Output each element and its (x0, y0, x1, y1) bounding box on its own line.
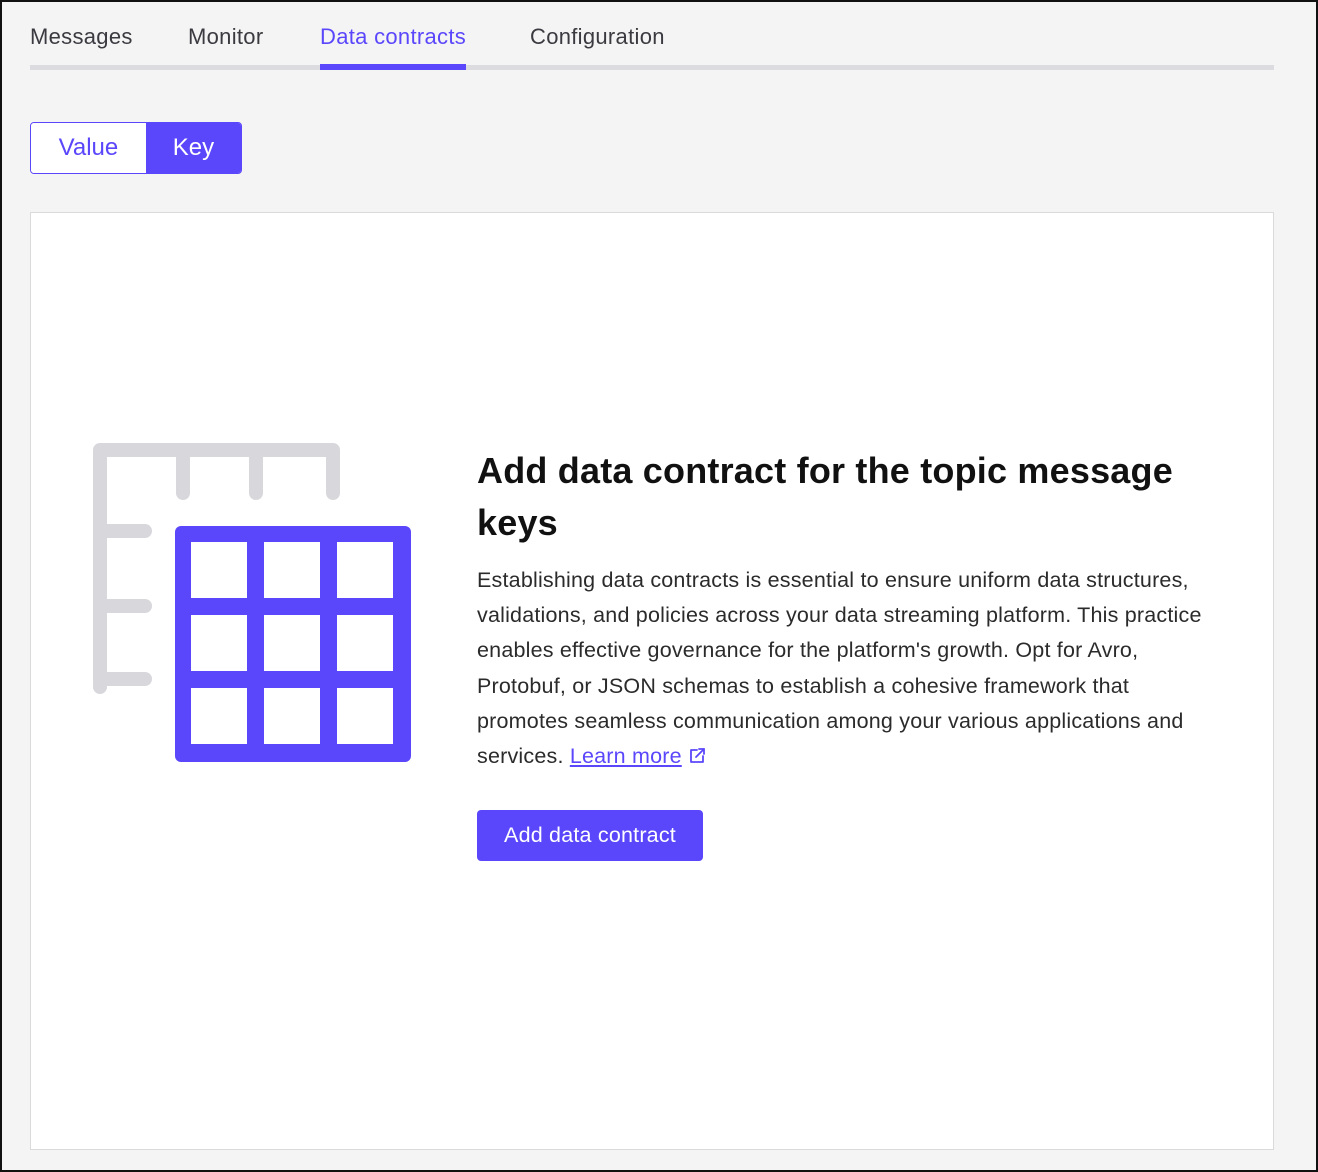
empty-state-content: Add data contract for the topic message … (477, 445, 1217, 862)
toggle-key-button[interactable]: Key (145, 123, 241, 173)
tab-monitor[interactable]: Monitor (188, 24, 263, 72)
description-text: Establishing data contracts is essential… (477, 568, 1202, 769)
table-grid-icon (93, 443, 411, 762)
external-link-icon (689, 748, 705, 763)
tab-bar: Messages Monitor Data contracts Configur… (30, 20, 1274, 72)
empty-state-description: Establishing data contracts is essential… (477, 563, 1217, 774)
learn-more-link[interactable]: Learn more (570, 744, 706, 768)
tab-messages[interactable]: Messages (30, 24, 133, 72)
toggle-value-button[interactable]: Value (31, 123, 146, 173)
empty-state-title: Add data contract for the topic message … (477, 450, 1173, 543)
tab-configuration[interactable]: Configuration (530, 24, 665, 72)
tab-data-contracts[interactable]: Data contracts (320, 24, 467, 72)
value-key-toggle: Value Key (30, 122, 242, 174)
learn-more-label: Learn more (569, 744, 682, 769)
add-data-contract-button[interactable]: Add data contract (477, 810, 703, 862)
empty-state-panel: Add data contract for the topic message … (30, 212, 1274, 1150)
app-frame: Messages Monitor Data contracts Configur… (0, 0, 1318, 1172)
